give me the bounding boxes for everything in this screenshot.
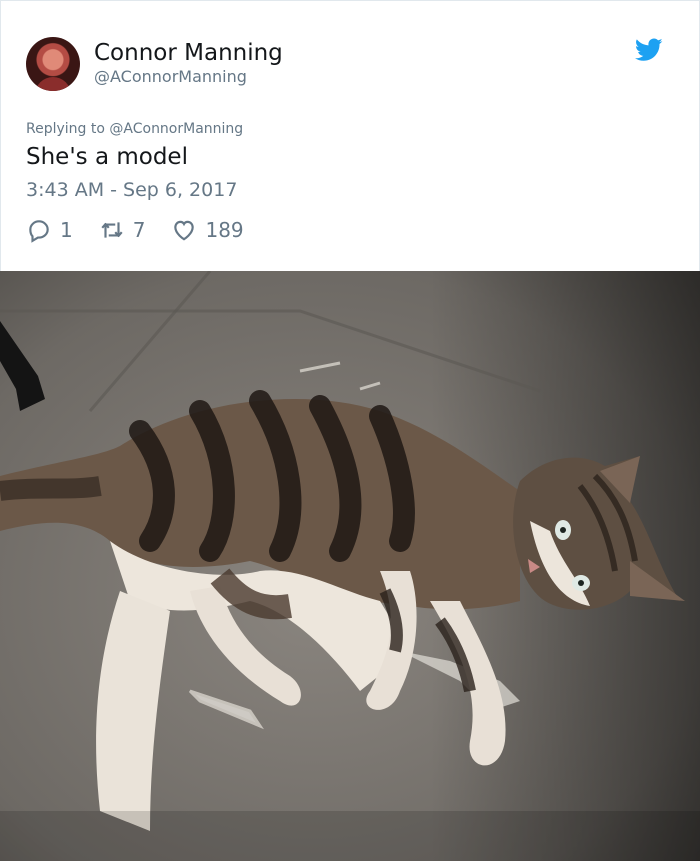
retweet-icon bbox=[101, 222, 123, 238]
like-count: 189 bbox=[205, 218, 244, 242]
reply-icon bbox=[29, 220, 49, 243]
reply-button[interactable]: 1 bbox=[26, 217, 73, 243]
replying-to-line: Replying to @AConnorManning bbox=[26, 119, 243, 139]
retweet-count: 7 bbox=[132, 218, 146, 242]
retweet-button[interactable]: 7 bbox=[99, 217, 146, 243]
tweet-timestamp[interactable]: 3:43 AM - Sep 6, 2017 bbox=[26, 178, 237, 202]
replying-to-handle[interactable]: @AConnorManning bbox=[109, 121, 243, 137]
tweet-photo[interactable] bbox=[0, 271, 700, 861]
like-button[interactable]: 189 bbox=[171, 217, 244, 243]
avatar-figure bbox=[35, 77, 71, 91]
reply-count: 1 bbox=[60, 218, 73, 242]
cat-photo-illustration bbox=[0, 271, 700, 861]
author-avatar[interactable] bbox=[26, 37, 80, 91]
tweet-text: She's a model bbox=[26, 144, 188, 170]
replying-to-label: Replying to bbox=[26, 121, 110, 137]
tweet-actions: 1 7 189 bbox=[26, 215, 270, 245]
twitter-bird-icon[interactable] bbox=[635, 38, 663, 62]
author-name[interactable]: Connor Manning bbox=[94, 39, 283, 67]
author-handle[interactable]: @AConnorManning bbox=[94, 67, 247, 87]
tweet-card: Connor Manning @AConnorManning Replying … bbox=[0, 0, 700, 271]
heart-icon bbox=[174, 220, 195, 241]
